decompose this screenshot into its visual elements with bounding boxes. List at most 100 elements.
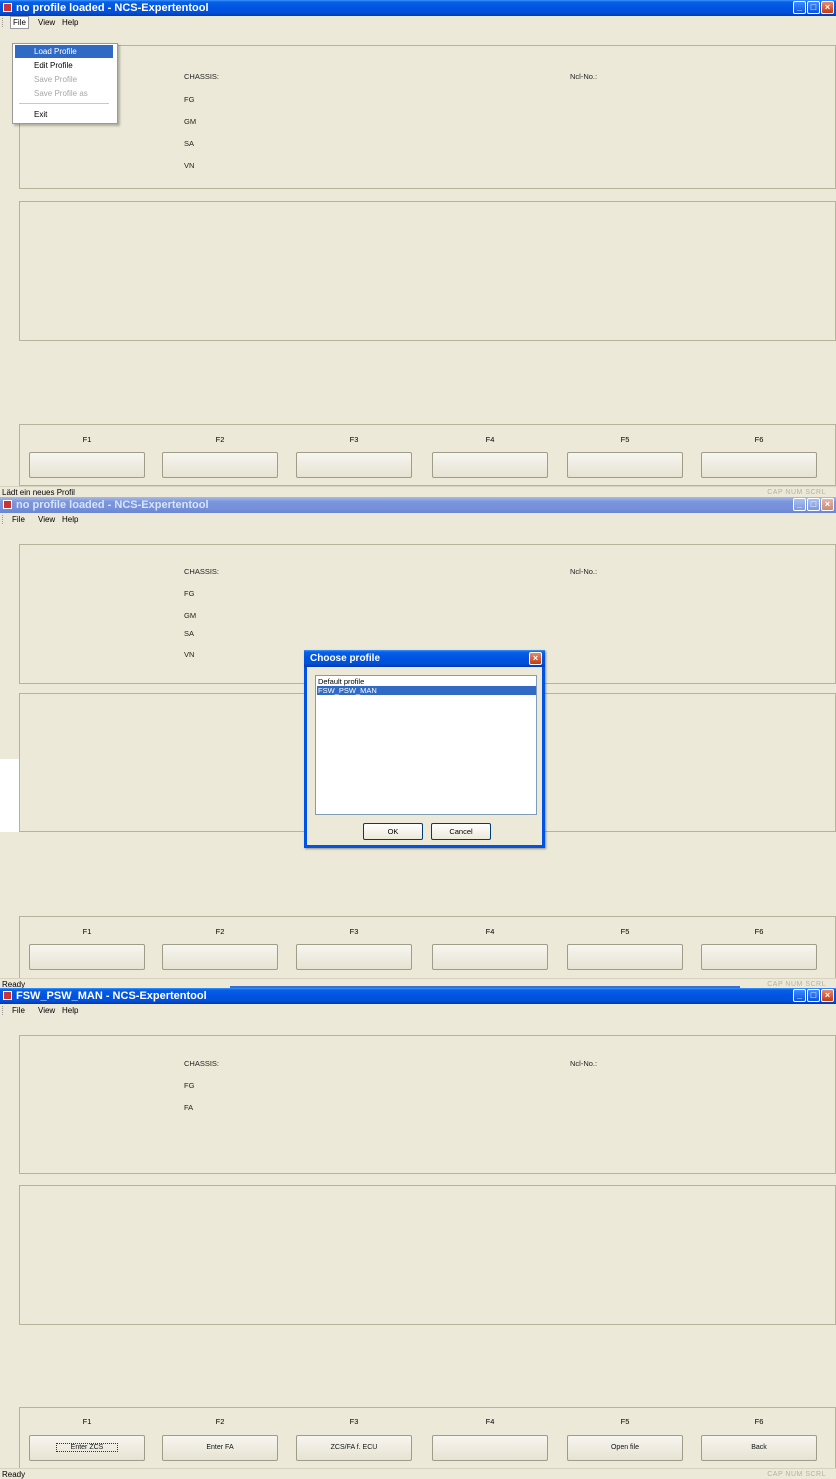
f1-button[interactable]: [29, 452, 145, 478]
f2-button[interactable]: [162, 452, 278, 478]
output-panel: [19, 201, 836, 341]
field-vn: VN: [184, 161, 195, 170]
title-bar[interactable]: FSW_PSW_MAN - NCS-Expertentool _ □ ×: [0, 988, 836, 1004]
close-icon[interactable]: ×: [821, 989, 834, 1002]
menu-view[interactable]: View: [36, 16, 57, 29]
key-indicators: CAP NUM SCRL: [767, 1471, 826, 1478]
field-chassis: CHASSIS:: [184, 1059, 220, 1068]
fkey-label-f2: F2: [215, 435, 225, 444]
ncl-no-label: Ncl-No.:: [570, 1059, 598, 1068]
menu-item-save-profile[interactable]: Save Profile: [15, 73, 113, 86]
dialog-close-icon[interactable]: ×: [529, 652, 542, 665]
f6-button[interactable]: [701, 452, 817, 478]
f3-button[interactable]: [296, 452, 412, 478]
zcs-fa-ecu-button[interactable]: ZCS/FA f. ECU: [296, 1435, 412, 1461]
menu-help[interactable]: Help: [60, 1004, 80, 1017]
field-gm: GM: [184, 611, 197, 620]
profile-item-default[interactable]: Default profile: [317, 677, 536, 686]
fkey-label-f3: F3: [349, 435, 359, 444]
fkey-label-f2: F2: [215, 1417, 225, 1426]
dialog-title-bar[interactable]: Choose profile ×: [304, 650, 545, 667]
menu-grip: [2, 515, 4, 524]
minimize-icon[interactable]: _: [793, 1, 806, 14]
menu-file[interactable]: File: [10, 16, 29, 29]
minimize-icon[interactable]: _: [793, 989, 806, 1002]
menu-bar: File View Help: [0, 16, 836, 29]
open-file-label: Open file: [610, 1444, 640, 1451]
field-chassis: CHASSIS:: [184, 567, 220, 576]
menu-separator: [19, 103, 109, 104]
close-icon[interactable]: ×: [821, 1, 834, 14]
fkey-label-f5: F5: [620, 435, 630, 444]
back-button[interactable]: Back: [701, 1435, 817, 1461]
window-3: FSW_PSW_MAN - NCS-Expertentool _ □ × Fil…: [0, 988, 836, 1479]
open-file-button[interactable]: Open file: [567, 1435, 683, 1461]
field-fg: FG: [184, 95, 195, 104]
window-1: no profile loaded - NCS-Expertentool _ □…: [0, 0, 836, 497]
app-icon[interactable]: [3, 3, 12, 12]
ncl-no-label: Ncl-No.:: [570, 72, 598, 81]
fkey-label-f1: F1: [82, 1417, 92, 1426]
maximize-icon[interactable]: □: [807, 498, 820, 511]
function-key-panel: [19, 916, 836, 980]
field-sa: SA: [184, 139, 195, 148]
menu-bar: File View Help: [0, 1004, 836, 1017]
enter-zcs-button[interactable]: Enter ZCS: [29, 1435, 145, 1461]
choose-profile-dialog: Choose profile × Default profile FSW_PSW…: [304, 650, 545, 848]
menu-item-edit-profile[interactable]: Edit Profile: [15, 59, 113, 72]
ncl-no-label: Ncl-No.:: [570, 567, 598, 576]
enter-fa-button[interactable]: Enter FA: [162, 1435, 278, 1461]
field-chassis: CHASSIS:: [184, 72, 220, 81]
fkey-label-f5: F5: [620, 1417, 630, 1426]
f5-button[interactable]: [567, 452, 683, 478]
profile-item-fsw-psw-man[interactable]: FSW_PSW_MAN: [317, 686, 536, 695]
menu-bar: File View Help: [0, 513, 836, 526]
maximize-icon[interactable]: □: [807, 989, 820, 1002]
app-icon[interactable]: [3, 500, 12, 509]
field-vn: VN: [184, 650, 195, 659]
window-title: no profile loaded - NCS-Expertentool: [16, 2, 209, 14]
enter-fa-label: Enter FA: [206, 1444, 234, 1451]
fkey-label-f6: F6: [754, 435, 764, 444]
profile-listbox[interactable]: Default profile FSW_PSW_MAN: [315, 675, 537, 815]
field-gm: GM: [184, 117, 197, 126]
f4-button[interactable]: [432, 1435, 548, 1461]
cancel-button[interactable]: Cancel: [431, 823, 491, 840]
menu-item-exit[interactable]: Exit: [15, 108, 113, 121]
menu-item-load-profile[interactable]: Load Profile: [15, 45, 113, 58]
vehicle-info-panel: [19, 45, 836, 189]
status-text: Lädt ein neues Profil: [2, 488, 75, 497]
title-bar[interactable]: no profile loaded - NCS-Expertentool _ □…: [0, 0, 836, 16]
status-bar: Lädt ein neues Profil CAP NUM SCRL: [0, 486, 836, 497]
dialog-title: Choose profile: [310, 653, 381, 664]
app-icon[interactable]: [3, 991, 12, 1000]
status-bar: Ready CAP NUM SCRL: [0, 1468, 836, 1479]
menu-item-save-profile-as[interactable]: Save Profile as: [15, 87, 113, 100]
menu-help[interactable]: Help: [60, 16, 80, 29]
back-label: Back: [751, 1444, 767, 1451]
maximize-icon[interactable]: □: [807, 1, 820, 14]
fkey-label-f4: F4: [485, 1417, 495, 1426]
enter-zcs-label: Enter ZCS: [55, 1443, 119, 1452]
fkey-label-f6: F6: [754, 1417, 764, 1426]
field-fa: FA: [184, 1103, 194, 1112]
menu-view[interactable]: View: [36, 513, 57, 526]
close-icon[interactable]: ×: [821, 498, 834, 511]
minimize-icon[interactable]: _: [793, 498, 806, 511]
zcs-fa-ecu-label: ZCS/FA f. ECU: [330, 1444, 378, 1451]
title-bar[interactable]: no profile loaded - NCS-Expertentool _ □…: [0, 497, 836, 513]
field-fg: FG: [184, 1081, 195, 1090]
menu-view[interactable]: View: [36, 1004, 57, 1017]
ok-button[interactable]: OK: [363, 823, 423, 840]
window-title: no profile loaded - NCS-Expertentool: [16, 499, 209, 511]
field-sa: SA: [184, 629, 195, 638]
status-text: Ready: [2, 1470, 26, 1479]
menu-file[interactable]: File: [10, 513, 27, 526]
f4-button[interactable]: [432, 452, 548, 478]
menu-help[interactable]: Help: [60, 513, 80, 526]
window-title: FSW_PSW_MAN - NCS-Expertentool: [16, 990, 207, 1002]
fkey-label-f4: F4: [485, 435, 495, 444]
menu-file[interactable]: File: [10, 1004, 27, 1017]
output-panel: [19, 1185, 836, 1325]
field-fg: FG: [184, 589, 195, 598]
